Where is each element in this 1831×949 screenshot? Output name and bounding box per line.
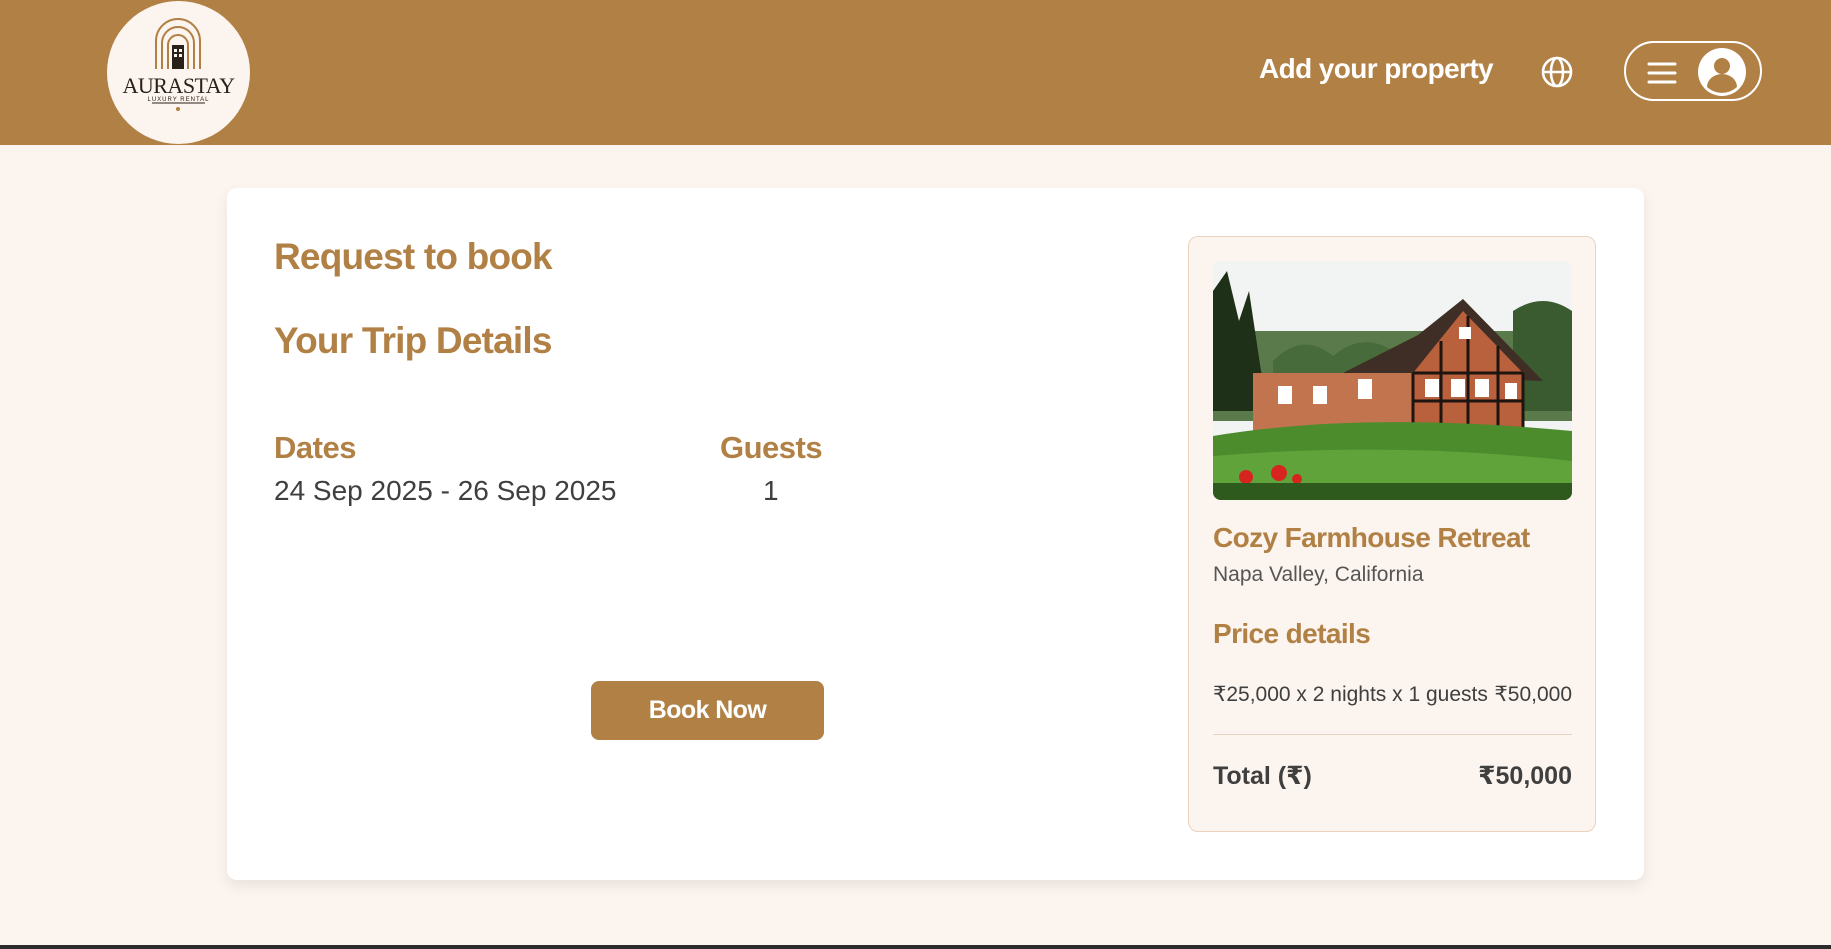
total-row: Total (₹) ₹50,000 (1213, 761, 1572, 791)
total-label: Total (₹) (1213, 762, 1312, 790)
aurastay-logo[interactable]: AURASTAY LUXURY RENTAL (107, 1, 250, 144)
guests-label: Guests (720, 430, 823, 465)
user-menu-button[interactable] (1624, 41, 1762, 101)
property-location: Napa Valley, California (1213, 563, 1424, 586)
property-photo (1213, 261, 1572, 500)
price-line-label: ₹25,000 x 2 nights x 1 guests (1213, 683, 1488, 706)
guests-value: 1 (763, 475, 779, 506)
page-title: Request to book (274, 236, 553, 277)
logo-wordmark: AURASTAY (122, 73, 235, 98)
window-bottom-edge (0, 945, 1831, 949)
price-divider (1213, 734, 1572, 735)
property-name: Cozy Farmhouse Retreat (1213, 522, 1530, 553)
total-amount: ₹50,000 (1478, 762, 1572, 790)
globe-icon[interactable] (1540, 55, 1574, 89)
user-avatar-icon (1698, 48, 1746, 96)
add-property-link[interactable]: Add your property (1259, 53, 1494, 85)
dates-value: 24 Sep 2025 - 26 Sep 2025 (274, 475, 617, 506)
top-header: AURASTAY LUXURY RENTAL Add your property (0, 0, 1831, 145)
price-details-heading: Price details (1213, 618, 1371, 649)
hamburger-icon (1647, 62, 1677, 84)
book-now-button[interactable]: Book Now (591, 681, 824, 740)
price-line-item: ₹25,000 x 2 nights x 1 guests ₹50,000 (1213, 682, 1572, 707)
trip-details-heading: Your Trip Details (274, 320, 552, 361)
dates-label: Dates (274, 430, 356, 465)
price-line-amount: ₹50,000 (1494, 683, 1572, 706)
logo-tagline: LUXURY RENTAL (147, 97, 210, 103)
